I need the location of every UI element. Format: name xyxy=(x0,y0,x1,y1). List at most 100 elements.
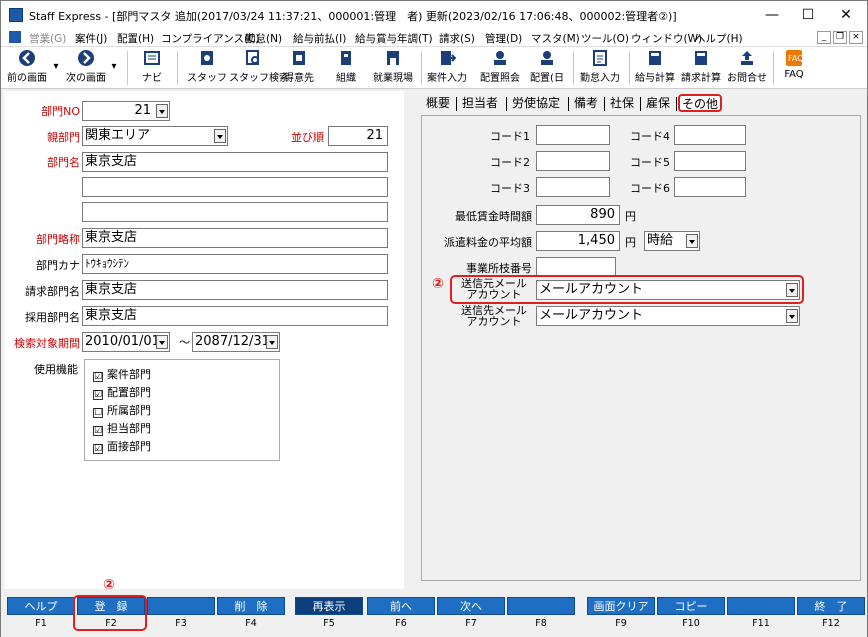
hiring-dept-input[interactable]: 東京支店 xyxy=(82,306,388,326)
window-title: Staff Express - [部門マスタ 追加(2017/03/24 11:… xyxy=(29,10,677,23)
menu-window[interactable]: ウィンドウ(W) xyxy=(631,31,702,46)
period-to-select[interactable]: 2087/12/31 xyxy=(192,332,280,352)
menu-sales[interactable]: 営業(G) xyxy=(29,31,66,46)
tab-employment-insurance[interactable]: 雇保 xyxy=(644,95,672,113)
menu-attendance[interactable]: 勤怠(N) xyxy=(245,31,282,46)
avg-fee-input[interactable]: 1,450 xyxy=(536,231,620,251)
tab-notes[interactable]: 備考 xyxy=(572,95,600,113)
f8-button[interactable]: F8 xyxy=(507,597,575,633)
menu-prepay[interactable]: 給与前払(I) xyxy=(293,31,346,46)
branch-no-input[interactable] xyxy=(536,257,616,277)
navi-button[interactable]: ナビ xyxy=(137,49,167,84)
assign-day-button[interactable]: 配置(日 xyxy=(527,49,567,84)
chevron-down-icon xyxy=(156,104,168,118)
code6-input[interactable] xyxy=(674,177,746,197)
dest-account-select[interactable]: メールアカウント xyxy=(536,306,800,326)
dept-name-input-3[interactable] xyxy=(82,202,388,222)
assign-inquiry-button[interactable]: 配置照会 xyxy=(477,49,523,84)
mdi-minimize-button[interactable]: _ xyxy=(817,31,831,44)
parent-dept-select[interactable]: 関東エリア xyxy=(82,126,228,146)
staff-button[interactable]: スタッフ xyxy=(187,49,227,84)
feature-belong-checkbox[interactable]: ☐ 所属部門 xyxy=(93,402,151,418)
svg-text:FAQ: FAQ xyxy=(788,54,803,63)
fee-unit-select[interactable]: 時給 xyxy=(644,231,700,251)
feature-label: 所属部門 xyxy=(107,404,151,417)
minimize-button[interactable]: — xyxy=(757,5,787,25)
checkbox-box: ☑ xyxy=(93,390,103,400)
dept-name-input-1[interactable]: 東京支店 xyxy=(82,152,388,172)
feature-case-checkbox[interactable]: ☑ 案件部門 xyxy=(93,366,151,382)
maximize-button[interactable]: ☐ xyxy=(793,5,823,25)
f4-delete-button[interactable]: 削 除 F4 xyxy=(217,597,285,633)
menu-tools[interactable]: ツール(O) xyxy=(581,31,629,46)
next-screen-button[interactable]: 次の画面 xyxy=(63,49,109,84)
upload-icon xyxy=(741,51,753,65)
attendance-entry-icon xyxy=(593,50,607,66)
close-button[interactable]: ✕ xyxy=(831,5,861,25)
f5-refresh-button[interactable]: 再表示 F5 xyxy=(295,597,363,633)
site-button[interactable]: 就業現場 xyxy=(369,49,417,84)
assign-inquiry-label: 配置照会 xyxy=(480,73,520,84)
org-button[interactable]: 組織 xyxy=(331,49,361,84)
pay-calc-label: 給与計算 xyxy=(635,73,675,84)
inquiry-button[interactable]: お問合せ xyxy=(725,49,769,84)
next-dropdown-icon[interactable]: ▾ xyxy=(109,61,119,72)
menu-billing[interactable]: 請求(S) xyxy=(439,31,475,46)
customer-button[interactable]: 得意先 xyxy=(281,49,317,84)
feature-assign-checkbox[interactable]: ☑ 配置部門 xyxy=(93,384,151,400)
staff-search-button[interactable]: スタッフ検索 xyxy=(229,49,289,84)
bill-calc-button[interactable]: 請求計算 xyxy=(679,49,723,84)
f7-next-button[interactable]: 次へ F7 xyxy=(437,597,505,633)
dept-no-select[interactable]: 21 xyxy=(82,101,170,121)
tab-social-insurance[interactable]: 社保 xyxy=(608,95,636,113)
f10-copy-button[interactable]: コピー F10 xyxy=(657,597,725,633)
menu-case[interactable]: 案件(J) xyxy=(75,31,107,46)
tab-overview[interactable]: 概要 xyxy=(424,95,452,113)
tab-labor-agreement[interactable]: 労使協定 xyxy=(510,95,562,113)
code2-input[interactable] xyxy=(536,151,610,171)
menu-admin[interactable]: 管理(D) xyxy=(485,31,522,46)
avg-fee-label: 派遣料金の平均額 xyxy=(444,236,532,249)
title-bar: Staff Express - [部門マスタ 追加(2017/03/24 11:… xyxy=(1,1,867,29)
dept-name-input-2[interactable] xyxy=(82,177,388,197)
f3-button[interactable]: F3 xyxy=(147,597,215,633)
short-name-input[interactable]: 東京支店 xyxy=(82,228,388,248)
mdi-close-button[interactable]: × xyxy=(849,31,863,44)
tab-staff-in-charge[interactable]: 担当者 xyxy=(460,95,500,113)
order-input[interactable]: 21 xyxy=(328,126,388,146)
code1-input[interactable] xyxy=(536,125,610,145)
code4-input[interactable] xyxy=(674,125,746,145)
kana-input[interactable]: ﾄｳｷｮｳｼﾃﾝ xyxy=(82,254,388,274)
feature-interview-checkbox[interactable]: ☑ 面接部門 xyxy=(93,438,151,454)
period-from-select[interactable]: 2010/01/01 xyxy=(82,332,170,352)
f9-clear-button[interactable]: 画面クリア F9 xyxy=(587,597,655,633)
case-entry-button[interactable]: 案件入力 xyxy=(425,49,469,84)
feature-charge-checkbox[interactable]: ☑ 担当部門 xyxy=(93,420,151,436)
prev-screen-button[interactable]: 前の画面 xyxy=(5,49,49,84)
mdi-restore-button[interactable]: ❐ xyxy=(833,31,847,44)
pay-calc-button[interactable]: 給与計算 xyxy=(633,49,677,84)
min-wage-input[interactable]: 890 xyxy=(536,205,620,225)
fee-unit-value: 時給 xyxy=(647,233,674,248)
f1-help-button[interactable]: ヘルプ F1 xyxy=(7,597,75,633)
site-label: 就業現場 xyxy=(373,73,413,84)
tab-other[interactable]: その他 xyxy=(678,94,723,112)
tab-divider xyxy=(506,97,507,111)
f11-button[interactable]: F11 xyxy=(727,597,795,633)
menu-help[interactable]: ヘルプ(H) xyxy=(695,31,743,46)
menu-assign[interactable]: 配置(H) xyxy=(117,31,154,46)
code3-input[interactable] xyxy=(536,177,610,197)
tab-divider xyxy=(604,97,605,111)
menu-payroll[interactable]: 給与賞与年調(T) xyxy=(355,31,433,46)
code5-input[interactable] xyxy=(674,151,746,171)
register-highlight-frame xyxy=(73,595,147,631)
prev-dropdown-icon[interactable]: ▾ xyxy=(51,61,61,72)
f6-prev-button[interactable]: 前へ F6 xyxy=(367,597,435,633)
faq-button[interactable]: FAQ FAQ xyxy=(779,49,809,80)
menu-master[interactable]: マスタ(M) xyxy=(531,31,580,46)
case-entry-label: 案件入力 xyxy=(427,73,467,84)
f12-exit-button[interactable]: 終 了 F12 xyxy=(797,597,865,633)
attendance-entry-button[interactable]: 勤怠入力 xyxy=(577,49,623,84)
billing-dept-input[interactable]: 東京支店 xyxy=(82,280,388,300)
fkey-key: F9 xyxy=(615,618,627,629)
